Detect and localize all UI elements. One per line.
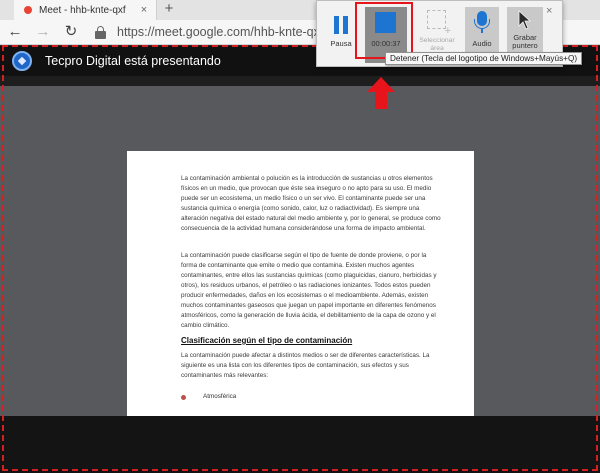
bullet-icon	[181, 395, 186, 400]
pointer-icon	[518, 10, 532, 30]
document-paragraph: La contaminación puede clasificarse segú…	[181, 252, 437, 329]
address-bar[interactable]: https://meet.google.com/hhb-knte-qxf?pli	[117, 25, 343, 39]
red-up-arrow-icon	[367, 77, 395, 109]
tab-title: Meet - hhb-knte-qxf	[39, 4, 126, 16]
document-paragraph: La contaminación puede afectar a distint…	[181, 352, 430, 379]
annotation-highlight-box	[355, 2, 413, 59]
stop-tooltip: Detener (Tecla del logotipo de Windows+M…	[385, 52, 583, 65]
pause-button[interactable]: Pausa	[323, 7, 359, 63]
meet-footer	[0, 416, 600, 473]
pause-label: Pausa	[330, 39, 352, 48]
audio-label: Audio	[472, 39, 492, 48]
select-area-label: Seleccionar área	[419, 37, 455, 52]
screen: Meet - hhb-knte-qxf × + ← → ↻ https://me…	[0, 0, 600, 473]
shared-document-page: La contaminación ambiental o polución es…	[127, 151, 474, 416]
pause-icon	[334, 16, 348, 34]
presenting-label: Tecpro Digital está presentando	[45, 54, 221, 68]
document-heading: Clasificación según el tipo de contamina…	[181, 336, 353, 345]
new-tab-button[interactable]: +	[161, 0, 177, 20]
back-button[interactable]: ←	[6, 23, 24, 41]
document-paragraph: La contaminación ambiental o polución es…	[181, 175, 441, 232]
select-area-icon	[427, 10, 451, 37]
record-pointer-label: Grabar puntero	[512, 33, 538, 50]
bullet-item: Atmosférica	[203, 393, 237, 400]
browser-tab[interactable]: Meet - hhb-knte-qxf ×	[14, 0, 157, 20]
tab-close-icon[interactable]: ×	[138, 4, 150, 16]
shared-screen: La contaminación ambiental o polución es…	[0, 86, 600, 416]
forward-button[interactable]: →	[34, 23, 52, 41]
presenter-avatar	[12, 51, 32, 71]
reload-button[interactable]: ↻	[62, 23, 80, 41]
lock-icon[interactable]	[95, 26, 106, 39]
meet-presentation-area: Tecpro Digital está presentando La conta…	[0, 46, 600, 473]
meet-favicon-icon	[24, 6, 32, 14]
close-icon[interactable]: ×	[546, 5, 552, 17]
